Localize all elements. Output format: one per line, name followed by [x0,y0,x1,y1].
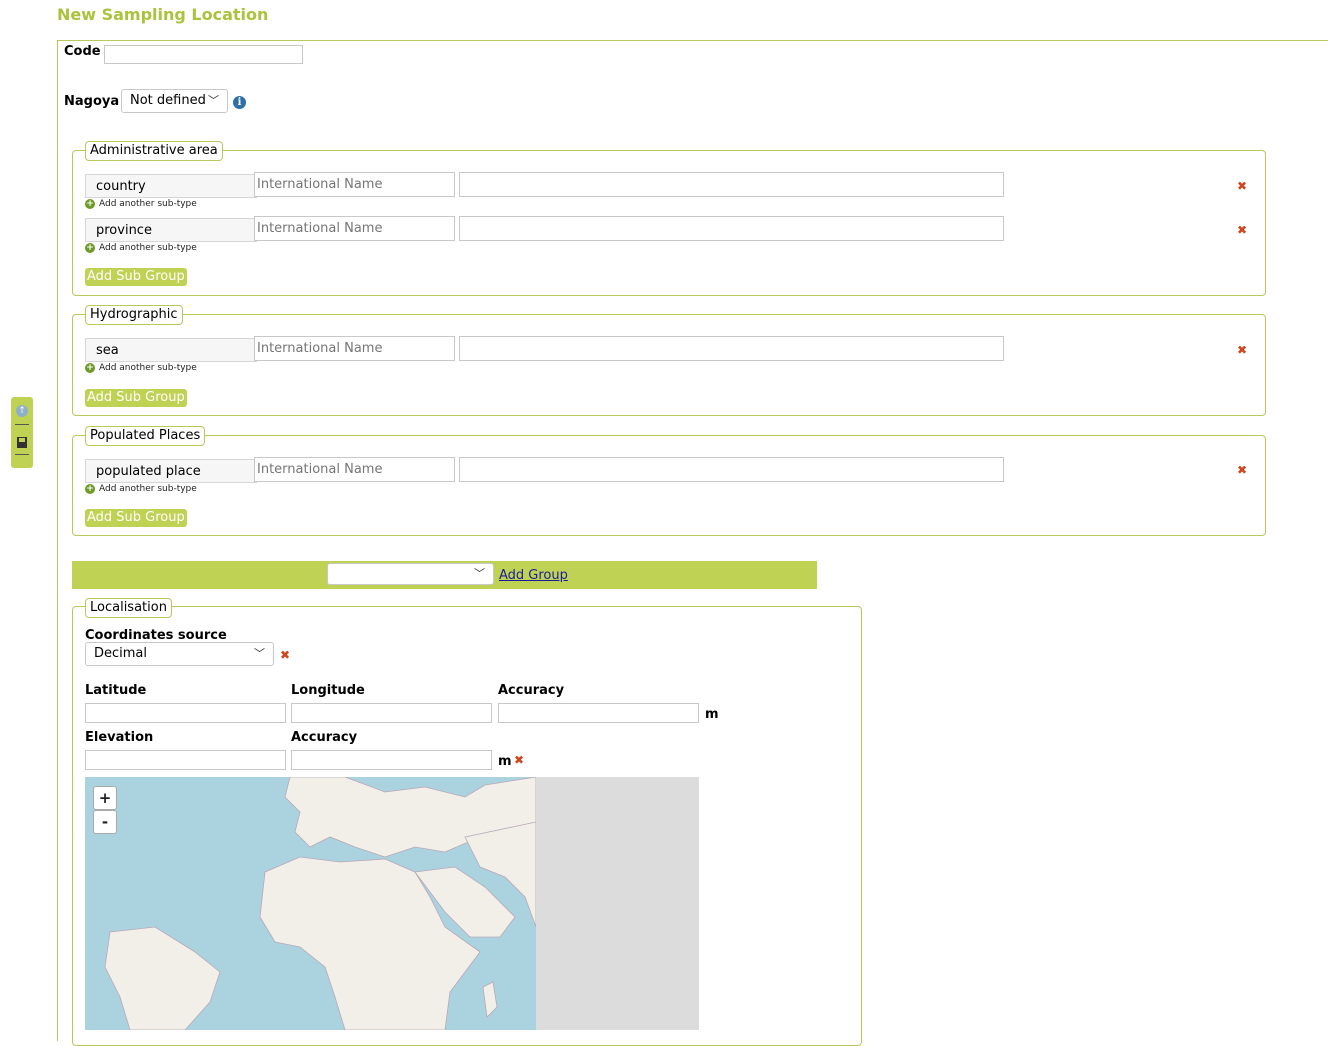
group-hydrographic [72,314,1266,416]
coordinates-source-select[interactable]: Decimal ﹀ [85,642,274,666]
group-populated-places [72,435,1266,536]
add-subtype-link[interactable]: + Add another sub-type [85,198,197,210]
add-subtype-label: Add another sub-type [99,199,197,209]
longitude-input[interactable] [291,703,492,723]
subtype-box: province [85,218,257,242]
latitude-label: Latitude [85,683,147,698]
add-subgroup-button[interactable]: Add Sub Group [85,389,187,407]
plus-icon: + [85,362,95,373]
map[interactable]: + - [85,777,699,1030]
add-subtype-link[interactable]: + Add another sub-type [85,362,197,374]
remove-icon[interactable]: ✖ [280,648,290,662]
elevation-input[interactable] [85,750,286,770]
group-legend: Populated Places [85,426,206,446]
code-input[interactable] [104,45,303,64]
accuracy-input[interactable] [498,703,699,723]
tag-value-input[interactable] [459,336,1004,361]
international-name-input[interactable] [254,336,455,361]
add-subtype-link[interactable]: + Add another sub-type [85,242,197,254]
subtype-box: sea [85,338,257,362]
subtype-box: populated place [85,459,257,483]
zoom-in-button[interactable]: + [93,786,117,810]
zoom-out-button[interactable]: - [93,810,117,834]
tag-value-input[interactable] [459,216,1004,241]
chevron-down-icon: ﹀ [254,647,265,660]
add-subgroup-button[interactable]: Add Sub Group [85,509,187,527]
longitude-label: Longitude [291,683,365,698]
tag-value-input[interactable] [459,172,1004,197]
plus-icon: + [85,483,95,494]
group-legend: Localisation [85,598,172,618]
accuracy-label: Accuracy [498,683,565,698]
nagoya-select-value: Not defined [130,93,206,108]
coordinates-source-label: Coordinates source [85,628,227,643]
elevation-unit: m [498,754,512,769]
add-subtype-label: Add another sub-type [99,363,197,373]
latitude-input[interactable] [85,703,286,723]
chevron-down-icon: ﹀ [474,567,485,580]
nagoya-select[interactable]: Not defined ﹀ [121,89,228,113]
toolbar-divider [15,424,29,425]
subtype-box: country [85,174,257,198]
add-subtype-label: Add another sub-type [99,243,197,253]
map-tiles[interactable] [85,777,537,1030]
scroll-up-icon[interactable]: ↑ [16,405,28,417]
chevron-down-icon: ﹀ [208,94,219,107]
elevation-label: Elevation [85,730,154,745]
international-name-input[interactable] [254,216,455,241]
elevation-accuracy-input[interactable] [291,750,492,770]
coordinates-source-value: Decimal [94,646,148,661]
international-name-input[interactable] [254,172,455,197]
remove-icon[interactable]: ✖ [514,753,524,767]
elevation-accuracy-label: Accuracy [291,730,358,745]
add-group-link[interactable]: Add Group [499,568,568,583]
group-legend: Administrative area [85,141,223,161]
group-type-select[interactable]: ﹀ [327,563,494,585]
accuracy-unit: m [705,707,719,722]
remove-icon[interactable]: ✖ [1237,179,1247,193]
code-label: Code [64,44,101,59]
info-icon[interactable]: i [233,96,246,109]
remove-icon[interactable]: ✖ [1237,223,1247,237]
plus-icon: + [85,242,95,253]
tag-value-input[interactable] [459,457,1004,482]
international-name-input[interactable] [254,457,455,482]
add-subtype-link[interactable]: + Add another sub-type [85,483,197,495]
add-subtype-label: Add another sub-type [99,484,197,494]
side-toolbar: ↑ [11,397,33,468]
group-legend: Hydrographic [85,305,183,325]
toolbar-divider [15,454,29,455]
save-icon[interactable] [17,437,27,448]
add-subgroup-button[interactable]: Add Sub Group [85,268,187,286]
plus-icon: + [85,198,95,209]
page-title: New Sampling Location [57,5,269,24]
remove-icon[interactable]: ✖ [1237,343,1247,357]
world-map-graphic [104,777,537,1030]
nagoya-label: Nagoya [64,94,120,109]
remove-icon[interactable]: ✖ [1237,463,1247,477]
